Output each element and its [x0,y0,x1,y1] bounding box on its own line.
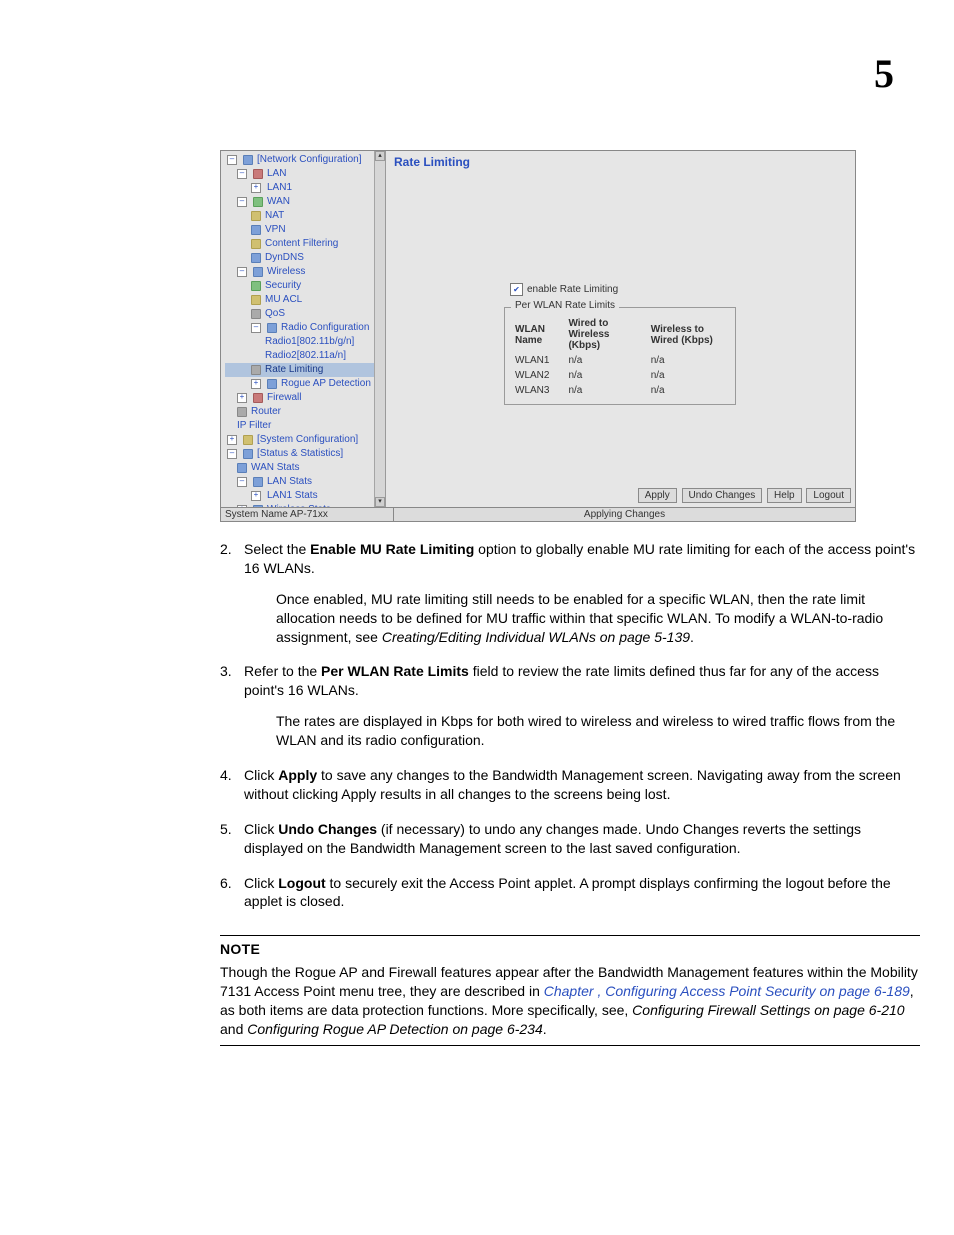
step-number: 5. [220,820,244,858]
tree-wan[interactable]: –WAN [225,195,381,209]
logout-button[interactable]: Logout [806,488,851,503]
tree-wireless[interactable]: –Wireless [225,265,381,279]
enable-rate-limiting-checkbox[interactable]: ✔ [510,283,523,296]
tree-scrollbar[interactable]: ▴ ▾ [374,151,385,507]
tree-router[interactable]: Router [225,405,381,419]
tree-system-configuration[interactable]: +[System Configuration] [225,433,381,447]
tree-rate-limiting[interactable]: Rate Limiting [225,363,381,377]
apply-button[interactable]: Apply [638,488,677,503]
scroll-up-icon[interactable]: ▴ [375,151,385,161]
note-body: Though the Rogue AP and Firewall feature… [220,963,920,1039]
tree-rogue-ap[interactable]: +Rogue AP Detection [225,377,381,391]
note-heading: NOTE [220,940,920,959]
step-number: 6. [220,874,244,912]
per-wlan-rate-limits-fieldset: Per WLAN Rate Limits WLAN Name Wired to … [504,307,736,405]
tree-content-filtering[interactable]: Content Filtering [225,237,381,251]
collapse-icon[interactable]: + [251,379,261,389]
expand-icon[interactable]: – [237,267,247,277]
expand-icon[interactable]: – [237,197,247,207]
collapse-icon[interactable]: + [227,435,237,445]
tree-mu-acl[interactable]: MU ACL [225,293,381,307]
table-row[interactable]: WLAN3 n/a n/a [511,383,729,398]
step-number: 4. [220,766,244,804]
table-row[interactable]: WLAN1 n/a n/a [511,353,729,368]
tree-lan-stats[interactable]: –LAN Stats [225,475,381,489]
help-button[interactable]: Help [767,488,802,503]
tree-vpn[interactable]: VPN [225,223,381,237]
nav-tree-panel: –[Network Configuration] –LAN +LAN1 –WAN… [221,151,386,507]
col-wlan-name: WLAN Name [511,316,564,353]
col-wired-to-wireless: Wired to Wireless (Kbps) [564,316,646,353]
button-row: Apply Undo Changes Help Logout [386,484,855,507]
step-6: 6. Click Logout to securely exit the Acc… [220,874,920,912]
expand-icon[interactable]: – [237,169,247,179]
tree-ip-filter[interactable]: IP Filter [225,419,381,433]
enable-rate-limiting-label: enable Rate Limiting [527,284,618,295]
tree-lan1[interactable]: +LAN1 [225,181,381,195]
col-wireless-to-wired: Wireless to Wired (Kbps) [647,316,729,353]
collapse-icon[interactable]: + [237,393,247,403]
note-link[interactable]: Chapter , Configuring Access Point Secur… [544,983,910,999]
scroll-down-icon[interactable]: ▾ [375,497,385,507]
step-2-sub: Once enabled, MU rate limiting still nee… [276,590,920,647]
status-message: Applying Changes [394,508,855,521]
rate-limits-table: WLAN Name Wired to Wireless (Kbps) Wirel… [511,316,729,398]
collapse-icon[interactable]: + [237,505,247,507]
step-5: 5. Click Undo Changes (if necessary) to … [220,820,920,858]
expand-icon[interactable]: – [227,155,237,165]
table-header-row: WLAN Name Wired to Wireless (Kbps) Wirel… [511,316,729,353]
step-3-sub: The rates are displayed in Kbps for both… [276,712,920,750]
body-text: 2. Select the Enable MU Rate Limiting op… [220,540,920,1046]
tree-firewall[interactable]: +Firewall [225,391,381,405]
tree-dyndns[interactable]: DynDNS [225,251,381,265]
status-system-name: System Name AP-71xx [221,508,394,521]
note-separator-top [220,935,920,936]
step-number: 2. [220,540,244,578]
fieldset-legend: Per WLAN Rate Limits [511,300,619,311]
expand-icon[interactable]: – [227,449,237,459]
tree-radio-config[interactable]: –Radio Configuration [225,321,381,335]
tree-wan-stats[interactable]: WAN Stats [225,461,381,475]
tree-radio2[interactable]: Radio2[802.11a/n] [225,349,381,363]
step-2: 2. Select the Enable MU Rate Limiting op… [220,540,920,578]
tree-lan1-stats[interactable]: +LAN1 Stats [225,489,381,503]
tree-lan[interactable]: –LAN [225,167,381,181]
step-3: 3. Refer to the Per WLAN Rate Limits fie… [220,662,920,700]
tree-security[interactable]: Security [225,279,381,293]
step-4: 4. Click Apply to save any changes to th… [220,766,920,804]
table-row[interactable]: WLAN2 n/a n/a [511,368,729,383]
tree-network-configuration[interactable]: –[Network Configuration] [225,153,381,167]
collapse-icon[interactable]: + [251,183,261,193]
tree-radio1[interactable]: Radio1[802.11b/g/n] [225,335,381,349]
note-separator-bottom [220,1045,920,1046]
undo-changes-button[interactable]: Undo Changes [682,488,763,503]
collapse-icon[interactable]: + [251,491,261,501]
tree-wireless-stats[interactable]: +Wireless Stats [225,503,381,507]
content-panel: Rate Limiting ✔ enable Rate Limiting Per… [386,151,855,507]
step-number: 3. [220,662,244,700]
panel-title: Rate Limiting [386,151,855,173]
status-bar: System Name AP-71xx Applying Changes [221,507,855,521]
tree-status-statistics[interactable]: –[Status & Statistics] [225,447,381,461]
screenshot-window: –[Network Configuration] –LAN +LAN1 –WAN… [220,150,856,522]
expand-icon[interactable]: – [237,477,247,487]
tree-qos[interactable]: QoS [225,307,381,321]
tree-nat[interactable]: NAT [225,209,381,223]
chapter-number: 5 [874,50,894,97]
expand-icon[interactable]: – [251,323,261,333]
